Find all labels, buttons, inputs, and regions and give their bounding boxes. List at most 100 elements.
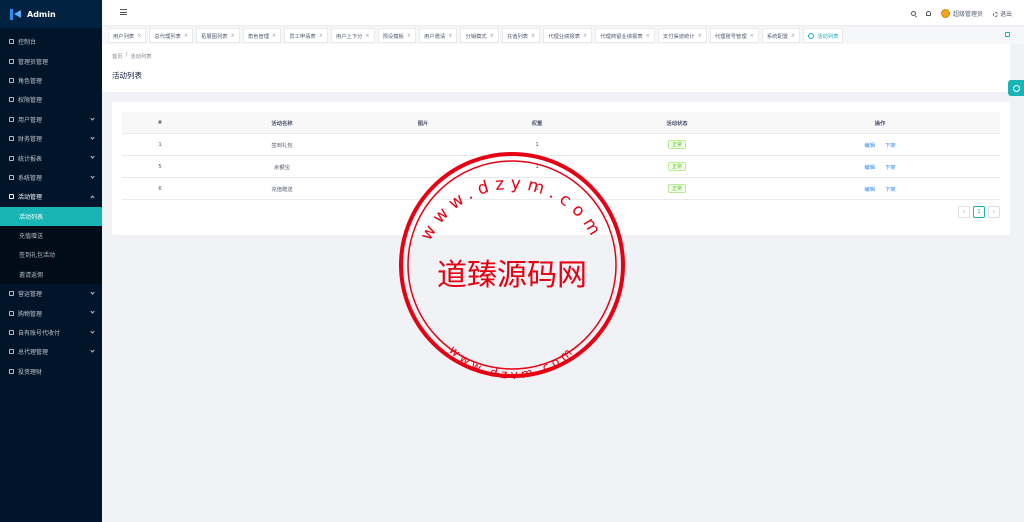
offline-button[interactable]: 下架: [885, 143, 896, 149]
tab[interactable]: 代理业绩报表 ×: [543, 28, 593, 43]
tab[interactable]: 用户邀请 ×: [419, 28, 458, 43]
grid-icon: [9, 291, 14, 297]
close-icon[interactable]: ×: [750, 33, 754, 39]
tab-label: 用户上下分: [335, 33, 363, 40]
team-icon: [9, 77, 14, 83]
sidebar-item[interactable]: 投资理财: [0, 362, 102, 381]
settings-drawer-button[interactable]: [1008, 80, 1024, 96]
close-icon[interactable]: ×: [531, 33, 535, 39]
close-icon[interactable]: ×: [490, 33, 494, 39]
breadcrumb-separator: /: [125, 52, 128, 58]
lock-icon[interactable]: [1005, 32, 1010, 37]
tab[interactable]: 充值列表 ×: [501, 28, 541, 43]
tab[interactable]: 系统配置 ×: [761, 28, 801, 43]
close-icon[interactable]: ×: [583, 33, 587, 39]
tab[interactable]: 支付渠道统计 ×: [657, 28, 707, 43]
column-header: 活动名称: [271, 120, 293, 127]
sidebar-item[interactable]: 购物管理: [0, 303, 102, 322]
sidebar-item[interactable]: 财务管理: [0, 129, 102, 148]
close-icon[interactable]: ×: [272, 33, 276, 39]
user-icon: [9, 58, 14, 64]
close-icon[interactable]: ×: [137, 33, 141, 39]
cell-name: 充值赠送: [271, 186, 293, 193]
chevron-down-icon: [90, 115, 95, 121]
close-icon[interactable]: ×: [698, 33, 702, 39]
sidebar-item[interactable]: 营运管理: [0, 284, 102, 303]
close-icon[interactable]: ×: [365, 33, 369, 39]
edit-button[interactable]: 编辑: [864, 187, 875, 193]
watermark-ring-bottom: www.dzym.com: [446, 343, 577, 379]
bell-icon[interactable]: [925, 10, 931, 16]
tab-label: 代理账号管理: [714, 33, 747, 40]
submenu-item[interactable]: 活动列表: [0, 206, 102, 226]
tab[interactable]: 代理账号管理 ×: [709, 28, 759, 43]
submenu-item[interactable]: 签到礼包活动: [0, 245, 102, 264]
gear-icon: [1012, 84, 1020, 92]
chevron-down-icon: [90, 290, 95, 295]
page-button[interactable]: 1: [973, 206, 985, 218]
offline-button[interactable]: 下架: [885, 187, 896, 193]
tab[interactable]: 预设模板 ×: [377, 28, 417, 43]
logo[interactable]: Admin: [0, 0, 102, 28]
edit-button[interactable]: 编辑: [864, 143, 875, 149]
tab[interactable]: 分销模式 ×: [460, 28, 499, 43]
page-title: 活动列表: [112, 71, 142, 80]
power-icon: [992, 11, 998, 17]
close-icon[interactable]: ×: [407, 33, 411, 39]
sidebar-item[interactable]: 总代理管理: [0, 342, 102, 361]
dashboard-icon: [9, 39, 14, 45]
tab-label: 支付渠道统计: [662, 33, 695, 40]
gift-icon: [9, 194, 14, 200]
next-page-button[interactable]: ›: [988, 206, 1000, 218]
close-icon[interactable]: ×: [231, 33, 235, 39]
sidebar-item[interactable]: 自有账号代收付: [0, 323, 102, 342]
submenu-item[interactable]: 充值赠送: [0, 226, 102, 245]
close-icon[interactable]: ×: [319, 33, 323, 39]
close-icon[interactable]: ×: [646, 33, 650, 39]
logout-button[interactable]: 退出: [992, 9, 1012, 18]
tab[interactable]: 拓展图列表 ×: [196, 28, 240, 43]
breadcrumb-home[interactable]: 首页: [112, 52, 123, 60]
username: 超级管理员: [952, 10, 983, 18]
sidebar-item[interactable]: 系统管理: [0, 168, 102, 187]
tab[interactable]: 代理商留业绩报表 ×: [595, 28, 655, 43]
tab[interactable]: 角色管理 ×: [242, 28, 282, 43]
tab-label: 角色管理: [247, 33, 270, 40]
chart-icon: [9, 155, 14, 161]
chevron-down-icon: [90, 135, 95, 140]
card-icon: [9, 330, 14, 336]
sidebar-item[interactable]: 控制台: [0, 32, 102, 51]
menu-toggle-icon[interactable]: [120, 9, 127, 15]
submenu-item[interactable]: 邀请返佣: [0, 265, 102, 284]
sidebar-item-label: 权限管理: [18, 97, 43, 105]
tab-label: 用户列表: [113, 33, 135, 40]
sidebar-item[interactable]: 管理员管理: [0, 51, 102, 70]
sidebar-item[interactable]: 权限管理: [0, 90, 102, 109]
prev-page-button[interactable]: ‹: [958, 206, 970, 218]
sidebar-item[interactable]: 角色管理: [0, 71, 102, 90]
tab[interactable]: 总代理列表 ×: [149, 28, 194, 43]
edit-button[interactable]: 编辑: [864, 165, 875, 171]
chevron-down-icon: [90, 154, 95, 159]
sidebar-item[interactable]: 活动管理: [0, 187, 102, 206]
tab[interactable]: 员工申请表 ×: [284, 28, 328, 43]
sidebar-item[interactable]: 统计报表: [0, 148, 102, 167]
tab[interactable]: 用户列表 ×: [108, 28, 147, 43]
chevron-down-icon: [90, 174, 95, 179]
sidebar-item[interactable]: 用户管理: [0, 110, 102, 129]
user-icon: [9, 116, 14, 122]
search-icon[interactable]: [910, 10, 916, 16]
close-icon[interactable]: ×: [791, 33, 795, 39]
tab[interactable]: 用户上下分 ×: [330, 28, 375, 43]
watermark-stamp: www.dzym.com www.dzym.com 道臻源码网: [399, 152, 625, 379]
sidebar-item-label: 管理员管理: [18, 58, 49, 66]
cell-actions: 编辑 下架: [760, 163, 1000, 171]
tab[interactable]: 活动列表: [803, 28, 844, 43]
sidebar-item-label: 用户管理: [18, 116, 43, 124]
close-icon[interactable]: ×: [184, 33, 188, 39]
close-icon[interactable]: ×: [448, 33, 452, 39]
user-menu[interactable]: 超级管理员: [940, 8, 983, 18]
sidebar-item-label: 投资理财: [18, 368, 43, 376]
offline-button[interactable]: 下架: [885, 165, 896, 171]
avatar: [940, 8, 950, 18]
